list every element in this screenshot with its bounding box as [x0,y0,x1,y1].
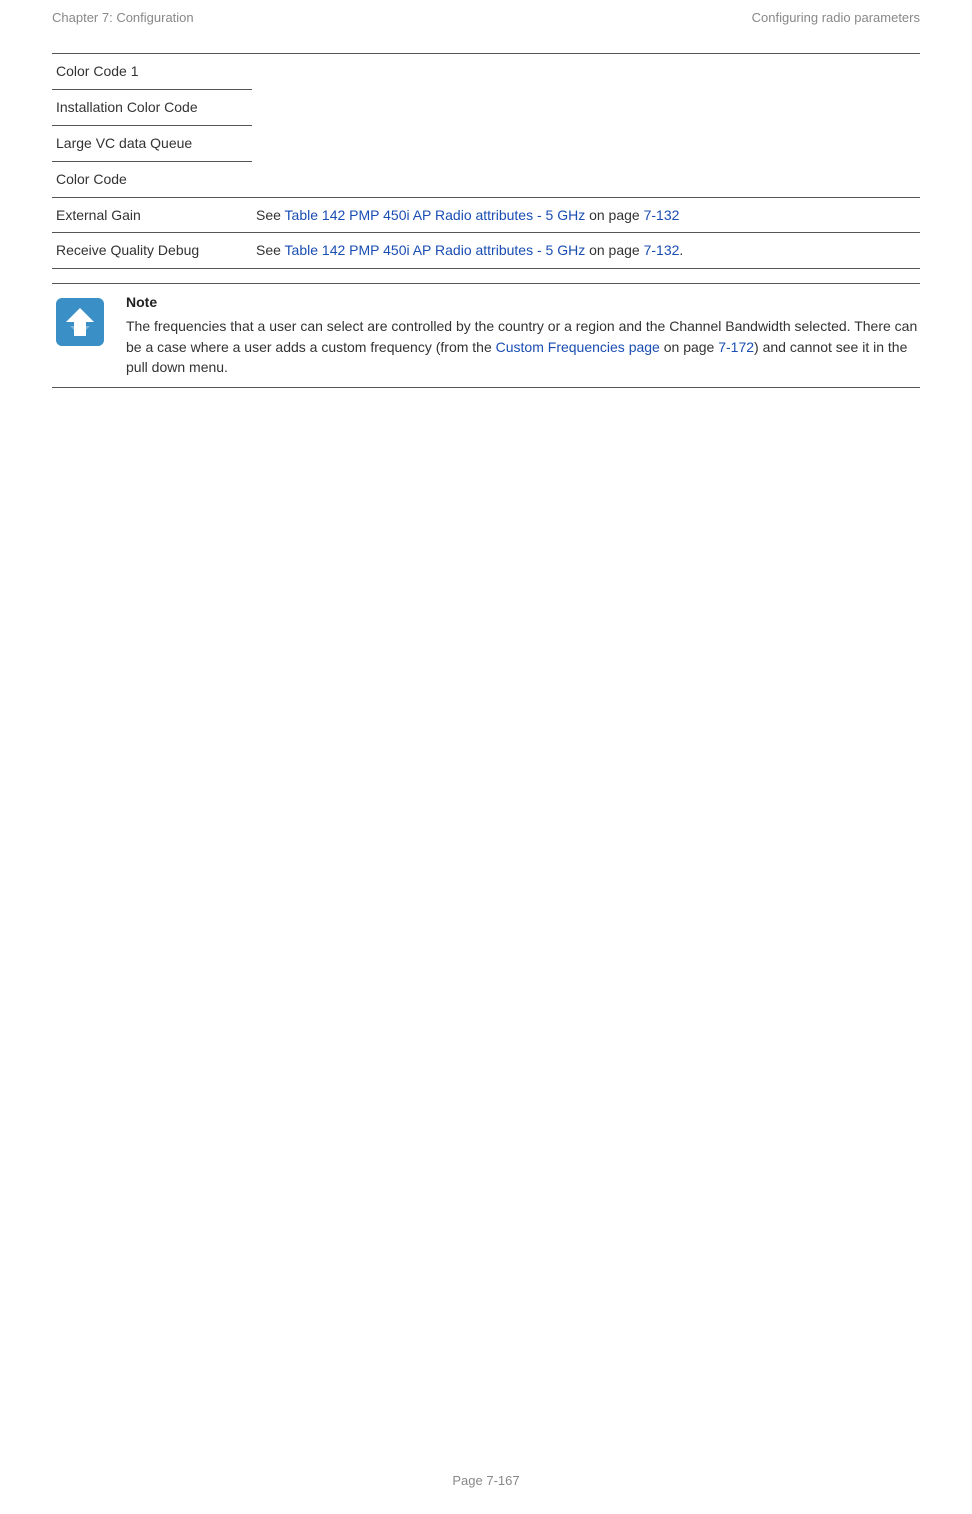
cell-external-gain-value: See Table 142 PMP 450i AP Radio attribut… [252,197,920,233]
cell-color-code-1: Color Code 1 [52,54,252,90]
link-custom-freq[interactable]: Custom Frequencies page [496,339,660,355]
link-table-142-a[interactable]: Table 142 PMP 450i AP Radio attributes -… [285,207,590,223]
note-mid: on page [660,339,718,355]
header-right: Configuring radio parameters [752,10,920,25]
attributes-table: Color Code 1 Installation Color Code Lar… [52,53,920,269]
cell-receive-quality-label: Receive Quality Debug [52,233,252,269]
cell-external-gain-label: External Gain [52,197,252,233]
link-page-7-132-a[interactable]: 7-132 [644,207,680,223]
see-text2: See [256,242,285,258]
onpage-text: on page [589,207,644,223]
page-header: Chapter 7: Configuration Configuring rad… [52,0,920,53]
header-left: Chapter 7: Configuration [52,10,194,25]
cell-receive-quality-value: See Table 142 PMP 450i AP Radio attribut… [252,233,920,269]
note-icon [56,298,104,377]
page-footer: Page 7-167 [0,1473,972,1488]
cell-installation-color-code: Installation Color Code [52,90,252,126]
period: . [679,242,683,258]
note-title: Note [126,294,920,310]
cell-color-code: Color Code [52,162,252,197]
note-box: Note The frequencies that a user can sel… [52,283,920,388]
link-table-142-b[interactable]: Table 142 PMP 450i AP Radio attributes -… [285,242,590,258]
cell-large-vc: Large VC data Queue [52,126,252,162]
see-text: See [256,207,285,223]
note-text: The frequencies that a user can select a… [126,316,920,377]
link-page-7-132-b[interactable]: 7-132 [644,242,680,258]
onpage-text2: on page [589,242,644,258]
link-page-7-172[interactable]: 7-172 [718,339,754,355]
